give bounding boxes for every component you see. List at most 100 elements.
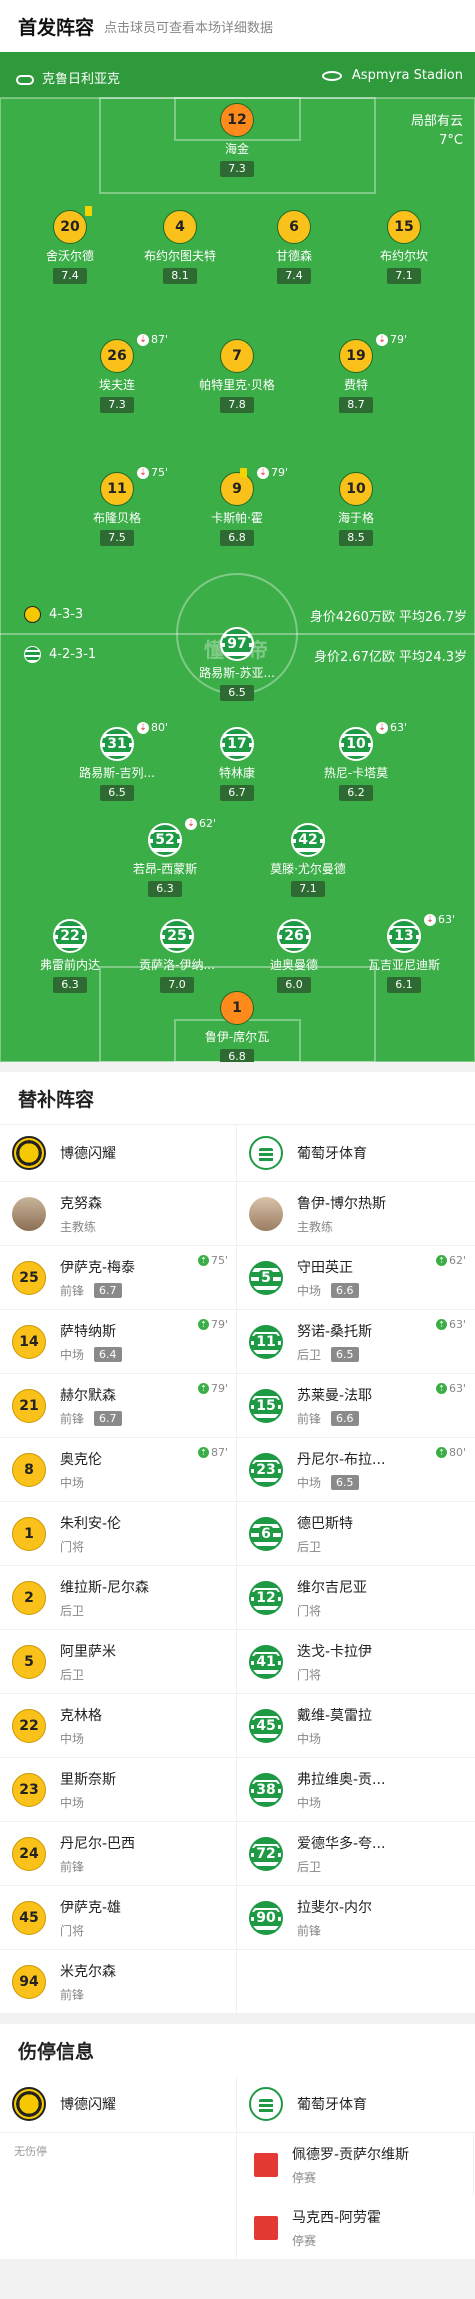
injury-status: 停赛	[292, 2233, 317, 2248]
away-player[interactable]: 97 路易斯-苏亚... 6.5	[182, 627, 292, 701]
player-name: 伊萨克-梅泰	[60, 1259, 136, 1276]
player-name: 舍沃尔德	[45, 249, 94, 263]
sub-on-icon: ⇡ 75'	[197, 1254, 228, 1267]
home-sub-player[interactable]: 25 伊萨克-梅泰 前锋 6.7 ⇡ 75'	[0, 1246, 237, 1309]
player-rating: 6.4	[94, 1346, 122, 1362]
footer	[0, 2259, 475, 2299]
away-sub-player[interactable]: 15 苏莱曼-法耶 前锋 6.6 ⇡ 63'	[237, 1374, 474, 1437]
home-sub-player[interactable]: 8 奥克伦 中场 ⇡ 87'	[0, 1438, 237, 1501]
shirt-number: 21	[12, 1388, 46, 1423]
player-position: 门将	[60, 1923, 85, 1938]
home-sub-player[interactable]: 1 朱利安-伦 门将	[0, 1502, 237, 1565]
home-sub-player[interactable]: 5 阿里萨米 后卫	[0, 1630, 237, 1693]
home-sub-player[interactable]: 22 克林格 中场	[0, 1694, 237, 1757]
player-position: 门将	[297, 1667, 322, 1682]
away-player[interactable]: 42 莫滕·尤尔曼德 7.1	[253, 823, 363, 897]
inj-body: 无伤停 佩德罗-贡萨尔维斯 停赛 马克西-阿劳霍 停赛	[0, 2133, 475, 2259]
bodo-crest-icon	[12, 1136, 46, 1170]
player-name: 路易斯-苏亚...	[199, 666, 275, 680]
home-player[interactable]: 20 舍沃尔德 7.4	[15, 206, 125, 284]
away-sub-player[interactable]: 38 弗拉维奥-贡... 中场	[237, 1758, 474, 1821]
player-position: 前锋	[60, 1283, 85, 1298]
away-sub-player[interactable]: 5 守田英正 中场 6.6 ⇡ 62'	[237, 1246, 474, 1309]
red-card-icon	[254, 2215, 278, 2240]
home-player[interactable]: 12 海金 7.3	[182, 103, 292, 177]
away-sub-player[interactable]: 45 戴维-莫雷拉 中场	[237, 1694, 474, 1757]
away-player[interactable]: 13 ⇣ 63' 瓦吉亚尼迪斯 6.1	[349, 913, 459, 993]
away-sub-player[interactable]: 12 维尔吉尼亚 门将	[237, 1566, 474, 1629]
home-player[interactable]: 9 ⇣ 79' 卡斯帕·霍 6.8	[182, 466, 292, 546]
away-player[interactable]: 22 弗雷前内达 6.3	[15, 919, 125, 993]
subs-away-team[interactable]: 葡萄牙体育	[237, 1125, 474, 1181]
player-name: 路易斯-吉列...	[79, 766, 155, 780]
away-player[interactable]: 31 ⇣ 80' 路易斯-吉列... 6.5	[62, 721, 172, 801]
away-stats: 身价2.67亿欧 平均24.3岁	[313, 650, 467, 665]
home-sub-player[interactable]: 2 维拉斯-尼尔森 后卫	[0, 1566, 237, 1629]
home-sub-player[interactable]: 14 萨特纳斯 中场 6.4 ⇡ 79'	[0, 1310, 237, 1373]
home-sub-player[interactable]: 21 赫尔默森 前锋 6.7 ⇡ 79'	[0, 1374, 237, 1437]
player-name: 热尼-卡塔莫	[323, 766, 389, 780]
injured-player[interactable]: 马克西-阿劳霍 停赛	[237, 2196, 474, 2259]
away-sub-player[interactable]: 41 迭戈-卡拉伊 门将	[237, 1630, 474, 1693]
player-name: 特林康	[218, 766, 255, 780]
home-player[interactable]: 26 ⇣ 87' 埃夫连 7.3	[62, 333, 172, 413]
player-rating: 7.1	[387, 268, 421, 284]
player-rating: 6.5	[331, 1474, 359, 1490]
away-sub-player[interactable]: 72 爱德华多-夸... 后卫	[237, 1822, 474, 1885]
home-player[interactable]: 7 帕特里克·贝格 7.8	[182, 339, 292, 413]
injuries-title: 伤停信息	[0, 2024, 475, 2076]
away-sub-player[interactable]: 11 努诺-桑托斯 后卫 6.5 ⇡ 63'	[237, 1310, 474, 1373]
subs-home-team[interactable]: 博德闪耀	[0, 1125, 237, 1181]
away-player[interactable]: 25 贡萨洛-伊纳... 7.0	[122, 919, 232, 993]
shirt-number: 8	[12, 1452, 46, 1487]
pitch: 克鲁日利亚克 Aspmyra Stadion 局部有云7°C 懂球帝 12海金7…	[0, 52, 475, 1062]
player-rating: 6.1	[387, 977, 421, 993]
away-player[interactable]: 10 ⇣ 63' 热尼-卡塔莫 6.2	[301, 721, 411, 801]
home-coach[interactable]: 克努森 主教练	[0, 1182, 237, 1245]
player-rating: 6.5	[331, 1346, 359, 1362]
away-player[interactable]: 26 迪奥曼德 6.0	[239, 919, 349, 993]
inj-away-team[interactable]: 葡萄牙体育	[237, 2076, 474, 2132]
player-rating: 6.6	[331, 1282, 359, 1298]
home-sub-player[interactable]: 24 丹尼尔-巴西 前锋	[0, 1822, 237, 1885]
home-sub-player[interactable]: 23 里斯奈斯 中场	[0, 1758, 237, 1821]
inj-team-row: 博德闪耀 葡萄牙体育	[0, 2076, 475, 2133]
sub-off-icon: ⇣ 80'	[137, 721, 168, 734]
away-player[interactable]: 17 特林康 6.7	[182, 727, 292, 801]
home-player[interactable]: 15 布约尔坎 7.1	[349, 210, 459, 284]
yellow-card-icon	[85, 206, 92, 216]
home-sub-player[interactable]: 94 米克尔森 前锋	[0, 1950, 237, 2013]
player-name: 马克西-阿劳霍	[292, 2209, 382, 2226]
home-formation: 4-3-3	[24, 606, 83, 623]
home-player[interactable]: 19 ⇣ 79' 费特 8.7	[301, 333, 411, 413]
injured-player[interactable]: 佩德罗-贡萨尔维斯 停赛	[237, 2133, 474, 2196]
player-name: 费特	[343, 378, 368, 392]
player-position: 中场	[60, 1731, 85, 1746]
home-player[interactable]: 11 ⇣ 75' 布隆贝格 7.5	[62, 466, 172, 546]
player-position: 中场	[297, 1731, 322, 1746]
away-sub-player[interactable]: 23 丹尼尔-布拉... 中场 6.5 ⇡ 80'	[237, 1438, 474, 1501]
shirt-number: 19	[339, 339, 373, 373]
inj-home-team[interactable]: 博德闪耀	[0, 2076, 237, 2132]
player-name: 瓦吉亚尼迪斯	[367, 958, 440, 972]
home-sub-player[interactable]: 45 伊萨克-雄 门将	[0, 1886, 237, 1949]
player-position: 门将	[60, 1539, 85, 1554]
away-sub-player[interactable]: 90 拉斐尔-内尔 前锋	[237, 1886, 474, 1949]
team-crest-icon	[16, 74, 34, 85]
away-coach[interactable]: 鲁伊-博尔热斯 主教练	[237, 1182, 474, 1245]
lineup-title: 首发阵容	[18, 16, 95, 39]
shirt-number: 42	[291, 823, 325, 857]
home-player[interactable]: 4 布约尔图夫特 8.1	[125, 210, 235, 284]
away-sub-player[interactable]: 6 德巴斯特 后卫	[237, 1502, 474, 1565]
home-player[interactable]: 10 海于格 8.5	[301, 472, 411, 546]
sporting-crest-icon	[249, 1136, 283, 1170]
shirt-number: 1	[12, 1516, 46, 1551]
away-player[interactable]: 52 ⇣ 62' 若昂-西蒙斯 6.3	[110, 817, 220, 897]
player-rating: 6.7	[94, 1282, 122, 1298]
player-name: 帕特里克·贝格	[199, 378, 275, 392]
subs-row: 5 阿里萨米 后卫 41 迭戈-卡拉伊 门将	[0, 1630, 475, 1694]
away-player[interactable]: 1 鲁伊-席尔瓦 6.8	[182, 991, 292, 1062]
shirt-number: 6	[277, 210, 311, 244]
home-player[interactable]: 6 甘德森 7.4	[239, 210, 349, 284]
player-position: 后卫	[297, 1347, 322, 1362]
